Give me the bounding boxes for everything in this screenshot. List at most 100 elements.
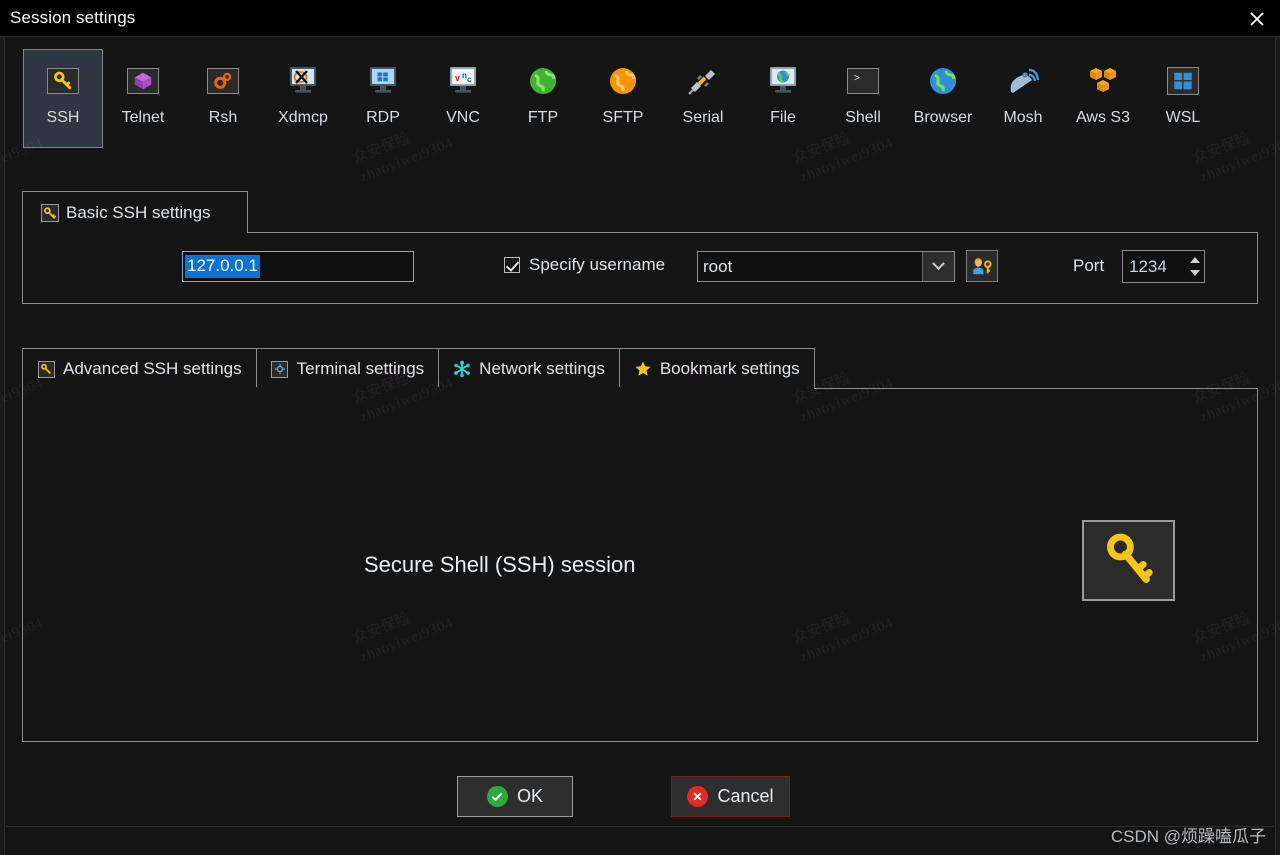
tab-advanced-ssh[interactable]: Advanced SSH settings: [22, 348, 257, 389]
windows-logo-icon: [1167, 67, 1199, 95]
protocol-tile-sftp[interactable]: SFTP: [583, 49, 663, 148]
svg-text:>: >: [854, 74, 860, 85]
chevron-down-icon: [932, 257, 945, 270]
cancel-button[interactable]: Cancel: [671, 776, 790, 817]
port-stepper[interactable]: [1186, 251, 1204, 282]
key-icon: [46, 64, 80, 98]
plug-icon: [686, 64, 720, 98]
x-circle-icon: [687, 786, 708, 807]
protocol-tile-vnc[interactable]: v n c VNC: [423, 49, 503, 148]
svg-text:c: c: [467, 75, 472, 84]
stepper-up-icon[interactable]: [1190, 257, 1200, 263]
title-bar: Session settings: [0, 0, 1280, 37]
protocol-tile-shell[interactable]: > Shell: [823, 49, 903, 148]
cancel-button-label: Cancel: [717, 786, 773, 807]
blue-globe-icon: [928, 66, 958, 96]
protocol-tile-label: RDP: [366, 109, 400, 127]
orange-gears-icon: [207, 68, 239, 94]
protocol-tile-mosh[interactable]: Mosh: [983, 49, 1063, 148]
star-icon: [634, 360, 652, 378]
vnc-monitor-icon: v n c: [447, 66, 479, 96]
plug-icon: [687, 66, 719, 96]
close-button[interactable]: [1234, 0, 1280, 37]
remote-host-input[interactable]: 127.0.0.1: [182, 251, 414, 282]
key-icon: [37, 360, 55, 378]
protocol-tile-label: WSL: [1166, 109, 1201, 127]
protocol-tile-serial[interactable]: Serial: [663, 49, 743, 148]
protocol-tile-label: Serial: [683, 109, 724, 127]
blue-globe-icon: [926, 64, 960, 98]
tab-label: Bookmark settings: [660, 359, 800, 379]
protocol-tile-ftp[interactable]: FTP: [503, 49, 583, 148]
terminal-icon: >: [847, 68, 879, 94]
protocol-tile-label: Mosh: [1003, 109, 1042, 127]
protocol-tile-wsl[interactable]: WSL: [1143, 49, 1223, 148]
check-circle-icon: [487, 786, 508, 807]
protocol-tile-awss3[interactable]: Aws S3: [1063, 49, 1143, 148]
network-icon: [453, 360, 471, 378]
tab-bookmark[interactable]: Bookmark settings: [619, 348, 815, 389]
settings-tab-strip: Advanced SSH settings Terminal settings …: [22, 348, 814, 389]
session-settings-dialog: Session settings SSH Telnet: [0, 0, 1280, 855]
purple-cube-icon: [127, 68, 159, 94]
remote-host-value: 127.0.0.1: [185, 255, 260, 278]
windows-monitor-icon: [367, 66, 399, 96]
protocol-tile-browser[interactable]: Browser: [903, 49, 983, 148]
specify-username-checkbox[interactable]: Specify username: [504, 255, 665, 275]
windows-logo-icon: [1166, 64, 1200, 98]
terminal-icon: [271, 360, 289, 378]
key-icon: [47, 68, 79, 94]
protocol-tile-label: SFTP: [603, 109, 644, 127]
purple-cube-icon: [126, 64, 160, 98]
protocol-tile-xdmcp[interactable]: Xdmcp: [263, 49, 343, 148]
protocol-list: SSH Telnet Rsh Xdmcp: [6, 38, 1274, 148]
tab-basic-ssh-label: Basic SSH settings: [66, 203, 211, 223]
globe-monitor-icon: [767, 66, 799, 96]
tab-terminal[interactable]: Terminal settings: [256, 348, 440, 389]
orange-globe-icon: [606, 64, 640, 98]
star-icon: [634, 360, 652, 378]
stepper-down-icon[interactable]: [1190, 270, 1200, 276]
panel-title: Secure Shell (SSH) session: [364, 552, 635, 578]
ok-button[interactable]: OK: [457, 776, 573, 817]
protocol-tile-telnet[interactable]: Telnet: [103, 49, 183, 148]
username-dropdown-button[interactable]: [922, 252, 954, 281]
protocol-tile-rsh[interactable]: Rsh: [183, 49, 263, 148]
vnc-monitor-icon: v n c: [446, 64, 480, 98]
specify-username-label: Specify username: [529, 255, 665, 275]
bottom-divider: [6, 826, 1274, 827]
username-value: root: [698, 257, 922, 277]
xorg-monitor-icon: [287, 66, 319, 96]
orange-globe-icon: [608, 66, 638, 96]
globe-monitor-icon: [766, 64, 800, 98]
select-user-credential-button[interactable]: [966, 250, 998, 282]
tab-label: Terminal settings: [297, 359, 425, 379]
protocol-tile-label: Rsh: [209, 109, 237, 127]
panel-seam-mask: [23, 387, 813, 390]
protocol-tile-rdp[interactable]: RDP: [343, 49, 423, 148]
settings-panel: [22, 388, 1258, 742]
protocol-tile-label: Shell: [845, 109, 881, 127]
key-icon: [41, 204, 59, 222]
network-icon: [453, 360, 471, 378]
ok-button-label: OK: [517, 786, 543, 807]
green-globe-icon: [526, 64, 560, 98]
xorg-monitor-icon: [286, 64, 320, 98]
terminal-icon: [271, 361, 288, 378]
key-icon: [38, 361, 55, 378]
protocol-tile-label: SSH: [47, 109, 80, 127]
protocol-tile-file[interactable]: File: [743, 49, 823, 148]
protocol-tile-label: Telnet: [122, 109, 165, 127]
tab-basic-ssh-settings[interactable]: Basic SSH settings: [22, 191, 248, 233]
close-icon: [1247, 9, 1267, 29]
windows-monitor-icon: [366, 64, 400, 98]
panel-key-badge: [1082, 520, 1175, 601]
port-input[interactable]: 1234: [1122, 250, 1205, 283]
tab-label: Advanced SSH settings: [63, 359, 242, 379]
aws-cubes-icon: [1086, 64, 1120, 98]
tab-network[interactable]: Network settings: [438, 348, 620, 389]
orange-gears-icon: [206, 64, 240, 98]
protocol-tile-label: Aws S3: [1076, 109, 1130, 127]
protocol-tile-ssh[interactable]: SSH: [23, 49, 103, 148]
username-combobox[interactable]: root: [697, 251, 955, 282]
